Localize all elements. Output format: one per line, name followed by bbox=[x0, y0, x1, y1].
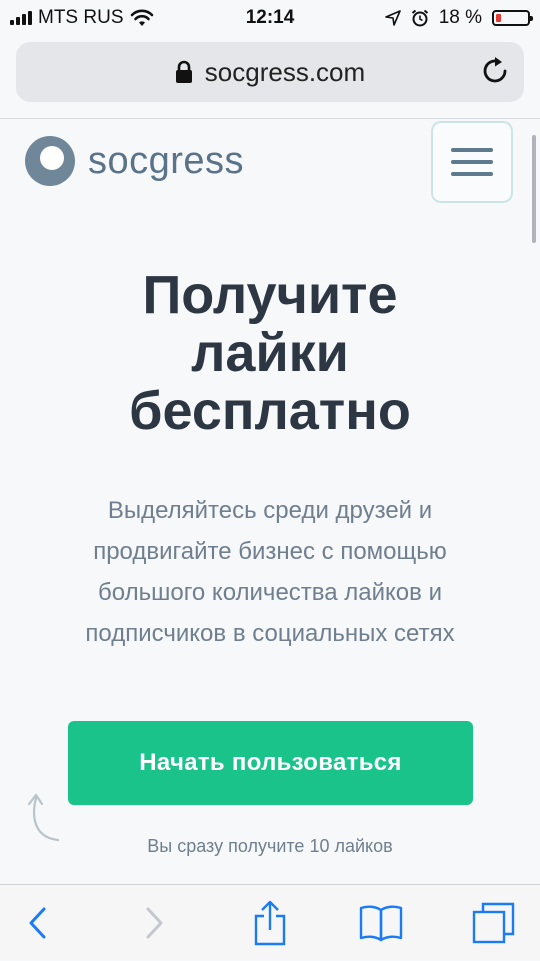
socgress-logo-icon bbox=[25, 136, 75, 186]
scroll-indicator bbox=[532, 135, 536, 243]
share-icon bbox=[254, 900, 286, 946]
curved-arrow-icon bbox=[27, 793, 60, 842]
signal-bars-icon bbox=[10, 11, 32, 25]
url-text[interactable]: socgress.com bbox=[205, 57, 365, 88]
battery-icon bbox=[492, 10, 533, 26]
browser-toolbar bbox=[0, 884, 540, 960]
hero-description-line: продвигайте бизнес с помощью bbox=[93, 538, 447, 565]
status-left: MTS RUS bbox=[0, 7, 154, 29]
carrier-name: MTS RUS bbox=[38, 7, 124, 28]
hamburger-menu-icon-bar bbox=[451, 148, 493, 152]
hero-description: Выделяйтесь среди друзей и продвигайте б… bbox=[20, 490, 520, 654]
url-display[interactable]: socgress.com bbox=[175, 57, 365, 88]
wifi-icon bbox=[130, 9, 153, 26]
hero-title: Получите лайки бесплатно bbox=[0, 266, 540, 440]
hamburger-menu-button[interactable] bbox=[431, 121, 513, 203]
bookmarks-book-icon bbox=[359, 905, 403, 942]
hero-description-line: Выделяйтесь среди друзей и bbox=[107, 497, 433, 524]
hero-title-line: лайки bbox=[191, 323, 349, 383]
lock-icon bbox=[175, 60, 192, 83]
tabs-icon bbox=[472, 902, 515, 944]
logo[interactable]: socgress bbox=[24, 135, 244, 187]
address-bar[interactable]: socgress.com bbox=[16, 42, 524, 102]
status-bar: MTS RUS 12:14 18 % bbox=[0, 0, 540, 36]
logo-text: socgress bbox=[88, 139, 245, 182]
hero-title-line: Получите bbox=[142, 265, 398, 325]
hamburger-menu-icon-bar bbox=[451, 172, 493, 176]
forward-chevron-icon bbox=[146, 907, 163, 939]
bookmarks-button[interactable] bbox=[346, 885, 416, 961]
hero-description-line: большого количества лайков и bbox=[98, 579, 442, 606]
location-arrow-icon bbox=[384, 10, 401, 26]
start-using-button[interactable]: Начать пользоваться bbox=[68, 721, 473, 805]
share-button[interactable] bbox=[235, 885, 305, 961]
back-chevron-icon bbox=[29, 907, 46, 939]
forward-button[interactable] bbox=[120, 885, 190, 961]
site-header: socgress bbox=[0, 119, 540, 209]
reload-icon[interactable] bbox=[480, 56, 510, 86]
hero-title-line: бесплатно bbox=[129, 381, 411, 441]
bonus-note: Вы сразу получите 10 лайков bbox=[147, 836, 393, 856]
back-button[interactable] bbox=[2, 885, 72, 961]
hero-description-line: подписчиков в социальных сетях bbox=[85, 620, 455, 647]
alarm-clock-icon bbox=[411, 9, 428, 27]
status-right: 18 % bbox=[384, 7, 540, 29]
hamburger-menu-icon-bar bbox=[451, 160, 493, 164]
tabs-button[interactable] bbox=[458, 885, 528, 961]
battery-percent: 18 % bbox=[438, 7, 482, 28]
